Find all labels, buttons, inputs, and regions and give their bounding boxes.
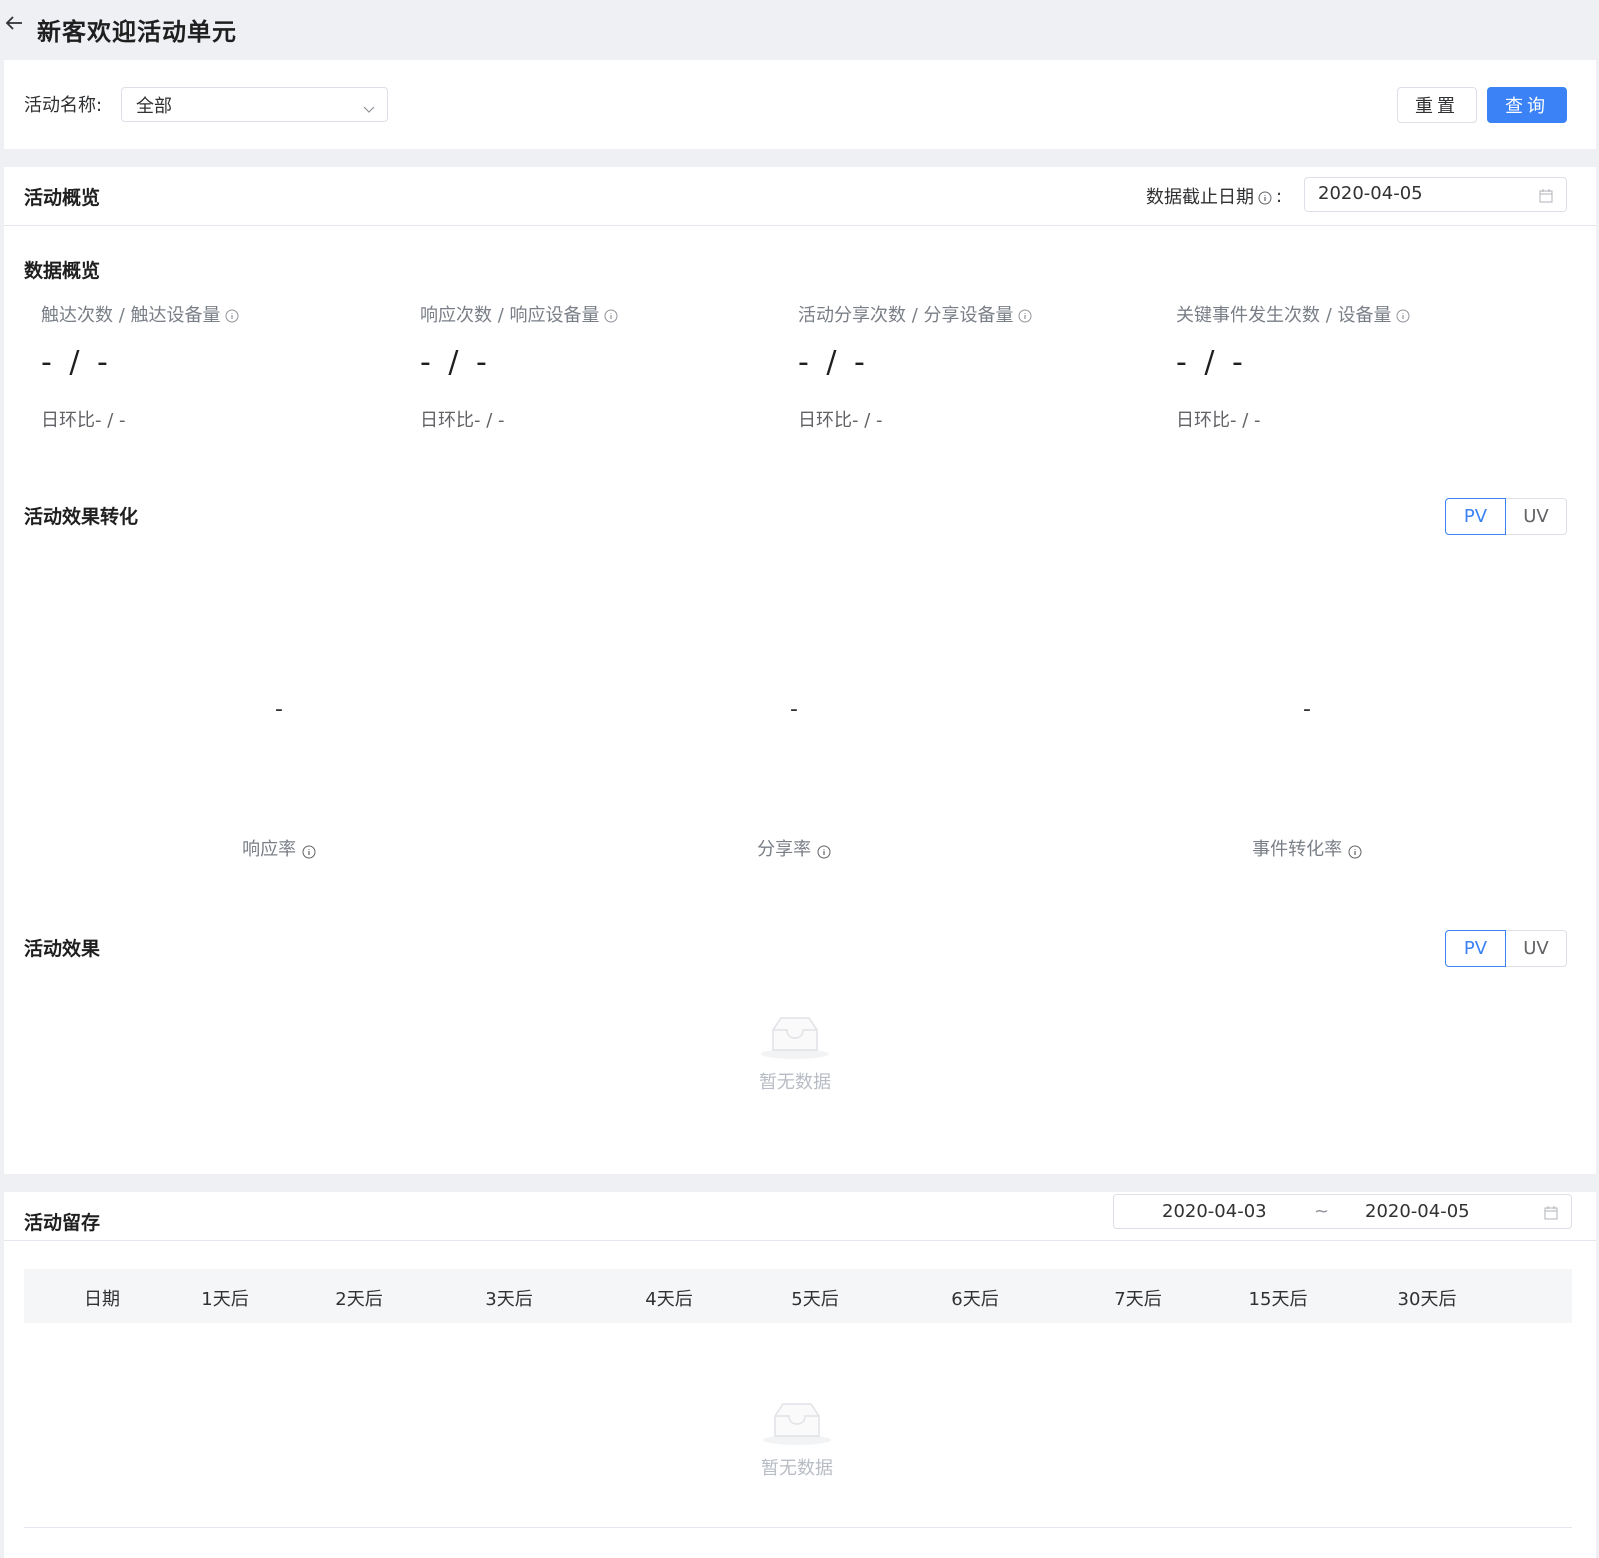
info-icon[interactable] [1018, 307, 1032, 323]
response-rate-label-text: 响应率 [242, 839, 297, 860]
share-rate-label: 分享率 [644, 835, 944, 861]
column-header-day-6: 6天后 [951, 1289, 999, 1310]
column-header-day-2: 2天后 [335, 1289, 383, 1310]
column-header-day-7: 7天后 [1114, 1289, 1162, 1310]
response-rate-label: 响应率 [129, 835, 429, 861]
retention-table-header: 日期 1天后 2天后 3天后 4天后 5天后 6天后 7天后 15天后 30天后 [24, 1269, 1572, 1323]
column-header-day-3: 3天后 [485, 1289, 533, 1310]
section-divider [4, 1240, 1596, 1241]
metric-label: 触达次数 / 触达设备量 [41, 301, 421, 327]
metric-reach: 触达次数 / 触达设备量 - / - 日环比- / - [41, 301, 421, 432]
metric-value: - / - [1176, 345, 1247, 380]
toggle-pv[interactable]: PV [1445, 498, 1506, 535]
response-rate-value-col: - [129, 697, 429, 722]
date-range-start: 2020-04-03 [1162, 1201, 1267, 1222]
metric-day-over-day: 日环比- / - [1176, 410, 1261, 431]
page-header: 新客欢迎活动单元 [0, 0, 1599, 60]
toggle-pv[interactable]: PV [1445, 930, 1506, 967]
column-header-day-4: 4天后 [645, 1289, 693, 1310]
effect-empty-state: 暂无数据 [735, 1012, 855, 1094]
chevron-down-icon [363, 99, 375, 113]
date-range-separator: ~ [1314, 1201, 1330, 1222]
metric-day-over-day: 日环比- / - [798, 410, 883, 431]
retention-panel: 活动留存 2020-04-03 ~ 2020-04-05 日期 1天后 2天后 … [4, 1192, 1596, 1558]
page-title: 新客欢迎活动单元 [37, 18, 237, 46]
column-header-day-1: 1天后 [201, 1289, 249, 1310]
empty-inbox-icon [761, 1403, 833, 1450]
data-overview-title: 数据概览 [24, 260, 101, 282]
query-button[interactable]: 查询 [1487, 87, 1567, 123]
info-icon[interactable] [302, 843, 316, 859]
metric-key-event: 关键事件发生次数 / 设备量 - / - 日环比- / - [1176, 301, 1556, 432]
share-rate-value-col: - [644, 697, 944, 722]
metric-day-over-day: 日环比- / - [420, 410, 505, 431]
cutoff-date-colon: : [1276, 185, 1283, 207]
conversion-pv-uv-toggle: PV UV [1445, 498, 1567, 535]
event-conversion-rate-value-col: - [1157, 697, 1457, 722]
metric-day-over-day: 日环比- / - [41, 410, 126, 431]
empty-text: 暂无数据 [761, 1458, 833, 1479]
toggle-uv[interactable]: UV [1506, 930, 1567, 967]
metric-label-text: 响应次数 / 响应设备量 [420, 305, 600, 326]
empty-inbox-icon [759, 1017, 831, 1064]
back-arrow-icon[interactable] [4, 12, 26, 34]
event-conversion-rate-value: - [1303, 697, 1311, 722]
info-icon[interactable] [1258, 189, 1272, 205]
column-header-date: 日期 [84, 1289, 120, 1310]
retention-date-range-picker[interactable]: 2020-04-03 ~ 2020-04-05 [1113, 1194, 1572, 1229]
metric-label: 响应次数 / 响应设备量 [420, 301, 800, 327]
activity-name-selected-value: 全部 [136, 96, 172, 117]
metric-label: 关键事件发生次数 / 设备量 [1176, 301, 1556, 327]
calendar-icon [1538, 188, 1554, 204]
conversion-title: 活动效果转化 [24, 506, 139, 528]
share-rate-label-text: 分享率 [757, 839, 812, 860]
section-divider [4, 225, 1596, 226]
event-conversion-rate-label: 事件转化率 [1157, 835, 1457, 861]
info-icon[interactable] [604, 307, 618, 323]
metric-value: - / - [41, 345, 112, 380]
event-conversion-rate-label-text: 事件转化率 [1252, 839, 1343, 860]
share-rate-value: - [790, 697, 798, 722]
response-rate-value: - [275, 697, 283, 722]
info-icon[interactable] [817, 843, 831, 859]
metric-value: - / - [798, 345, 869, 380]
info-icon[interactable] [1396, 307, 1410, 323]
table-bottom-divider [24, 1527, 1572, 1528]
metric-label-text: 关键事件发生次数 / 设备量 [1176, 305, 1392, 326]
activity-name-select[interactable]: 全部 [121, 87, 388, 122]
toggle-uv[interactable]: UV [1506, 498, 1567, 535]
activity-overview-title: 活动概览 [24, 187, 101, 209]
metric-label: 活动分享次数 / 分享设备量 [798, 301, 1178, 327]
metric-value: - / - [420, 345, 491, 380]
metric-label-text: 活动分享次数 / 分享设备量 [798, 305, 1014, 326]
reset-button[interactable]: 重置 [1397, 87, 1477, 123]
retention-empty-state: 暂无数据 [737, 1398, 857, 1480]
cutoff-date-value: 2020-04-05 [1318, 183, 1423, 204]
activity-overview-panel: 活动概览 数据截止日期 : 2020-04-05 数据概览 触达次数 / 触达设… [4, 167, 1596, 1174]
cutoff-date-label-group: 数据截止日期 : [1146, 183, 1282, 209]
column-header-day-30: 30天后 [1397, 1289, 1457, 1310]
filter-panel: 活动名称: 全部 重置 查询 [4, 60, 1596, 149]
info-icon[interactable] [1348, 843, 1362, 859]
effect-title: 活动效果 [24, 938, 101, 960]
activity-name-label: 活动名称: [24, 95, 103, 116]
cutoff-date-label: 数据截止日期 [1146, 187, 1254, 208]
info-icon[interactable] [225, 307, 239, 323]
retention-title: 活动留存 [24, 1212, 101, 1234]
column-header-day-5: 5天后 [791, 1289, 839, 1310]
cutoff-date-picker[interactable]: 2020-04-05 [1304, 177, 1567, 212]
empty-text: 暂无数据 [759, 1072, 831, 1093]
column-header-day-15: 15天后 [1248, 1289, 1308, 1310]
metric-label-text: 触达次数 / 触达设备量 [41, 305, 221, 326]
calendar-icon [1543, 1205, 1559, 1221]
effect-pv-uv-toggle: PV UV [1445, 930, 1567, 967]
metric-response: 响应次数 / 响应设备量 - / - 日环比- / - [420, 301, 800, 432]
metric-share: 活动分享次数 / 分享设备量 - / - 日环比- / - [798, 301, 1178, 432]
date-range-end: 2020-04-05 [1365, 1201, 1470, 1222]
